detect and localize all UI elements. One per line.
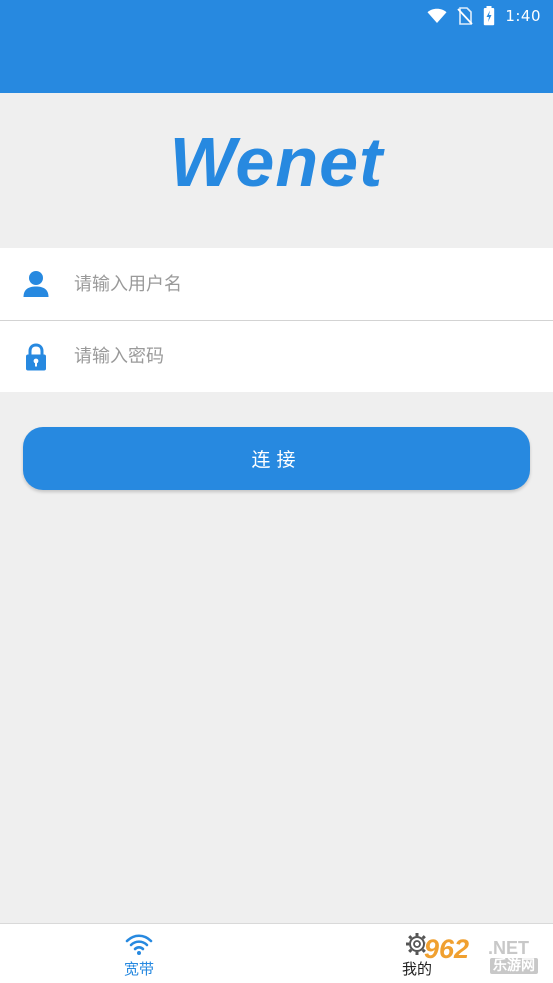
- lock-icon: [26, 342, 46, 370]
- watermark-logo: 962 .NET 乐游网: [420, 934, 548, 978]
- tab-broadband[interactable]: 宽带: [98, 924, 180, 983]
- username-row: [0, 248, 553, 320]
- connect-button[interactable]: 连接: [23, 427, 530, 490]
- wifi-icon: [125, 934, 153, 955]
- username-input[interactable]: [74, 248, 534, 320]
- user-icon: [23, 271, 49, 297]
- login-form: [0, 248, 553, 392]
- wifi-status-icon: [427, 8, 447, 23]
- app-header: 1:40: [0, 0, 553, 93]
- app-logo: Wenet: [169, 123, 384, 201]
- password-row: [0, 320, 553, 392]
- app-screen: 1:40 Wenet 连接: [0, 0, 553, 983]
- watermark-suffix: .NET: [488, 938, 530, 958]
- status-bar: 1:40: [427, 5, 541, 27]
- no-sim-icon: [457, 7, 473, 25]
- status-time: 1:40: [505, 7, 541, 25]
- watermark-cn: 乐游网: [490, 958, 538, 974]
- password-input[interactable]: [74, 321, 534, 392]
- tab-broadband-label: 宽带: [123, 960, 154, 978]
- battery-charging-icon: [484, 6, 495, 26]
- watermark-number: 962: [424, 934, 470, 964]
